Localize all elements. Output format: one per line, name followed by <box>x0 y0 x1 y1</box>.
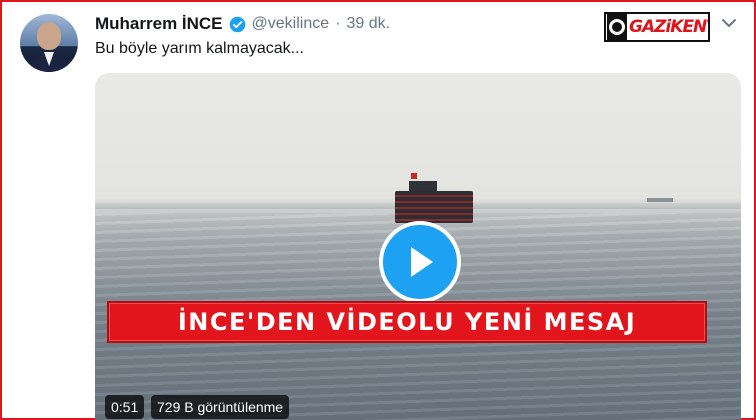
video-duration: 0:51 <box>105 395 145 419</box>
logo-emblem-icon <box>607 14 627 40</box>
headline-text: İNCE'DEN VİDEOLU YENİ MESAJ <box>177 308 637 336</box>
ship-hull <box>395 191 473 223</box>
ship-flag <box>411 173 417 179</box>
play-icon <box>411 247 433 277</box>
distant-ship <box>647 198 673 202</box>
video-player[interactable]: İNCE'DEN VİDEOLU YENİ MESAJ 0:51 729 B g… <box>95 73 741 420</box>
play-button[interactable] <box>379 221 461 303</box>
avatar[interactable] <box>20 14 78 72</box>
tweet-text: Bu böyle yarım kalmayacak... <box>95 40 304 57</box>
tweet-timestamp[interactable]: 39 dk. <box>346 15 390 33</box>
gazikent-logo: GAZiKENT27 <box>604 12 710 42</box>
verified-badge-icon <box>229 16 245 32</box>
tweet-header: Muharrem İNCE @vekilince · 39 dk. <box>95 13 390 35</box>
view-count: 729 B görüntülenme <box>151 395 290 419</box>
chevron-down-icon[interactable] <box>720 16 738 30</box>
logo-text: GAZiKENT27 <box>629 17 708 37</box>
headline-banner: İNCE'DEN VİDEOLU YENİ MESAJ <box>107 301 707 343</box>
separator-dot: · <box>335 15 341 32</box>
ship <box>395 173 473 223</box>
author-name[interactable]: Muharrem İNCE <box>95 14 223 34</box>
avatar-face <box>37 22 61 50</box>
author-handle[interactable]: @vekilince <box>252 15 330 33</box>
